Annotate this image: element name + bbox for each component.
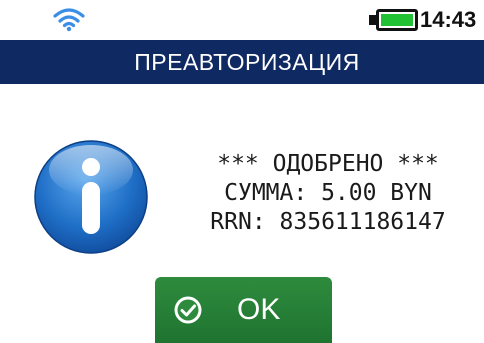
ok-button[interactable]: OK	[155, 277, 332, 343]
clock: 14:43	[420, 7, 477, 32]
check-circle-icon	[174, 296, 202, 324]
battery-level	[381, 14, 413, 26]
battery-cap	[369, 15, 376, 25]
ok-button-label: OK	[237, 293, 281, 326]
rrn-line: RRN: 835611186147	[210, 209, 446, 235]
title-bar: ПРЕАВТОРИЗАЦИЯ	[0, 40, 484, 84]
status-bar: 14:43	[0, 0, 484, 40]
page-title: ПРЕАВТОРИЗАЦИЯ	[134, 48, 360, 75]
wifi-icon	[53, 8, 85, 32]
amount-line: СУММА: 5.00 BYN	[224, 180, 432, 206]
approval-status: *** ОДОБРЕНО ***	[217, 151, 439, 177]
approval-message: *** ОДОБРЕНО *** СУММА: 5.00 BYN RRN: 83…	[190, 150, 466, 237]
battery-icon	[376, 9, 418, 31]
info-icon	[34, 140, 148, 254]
